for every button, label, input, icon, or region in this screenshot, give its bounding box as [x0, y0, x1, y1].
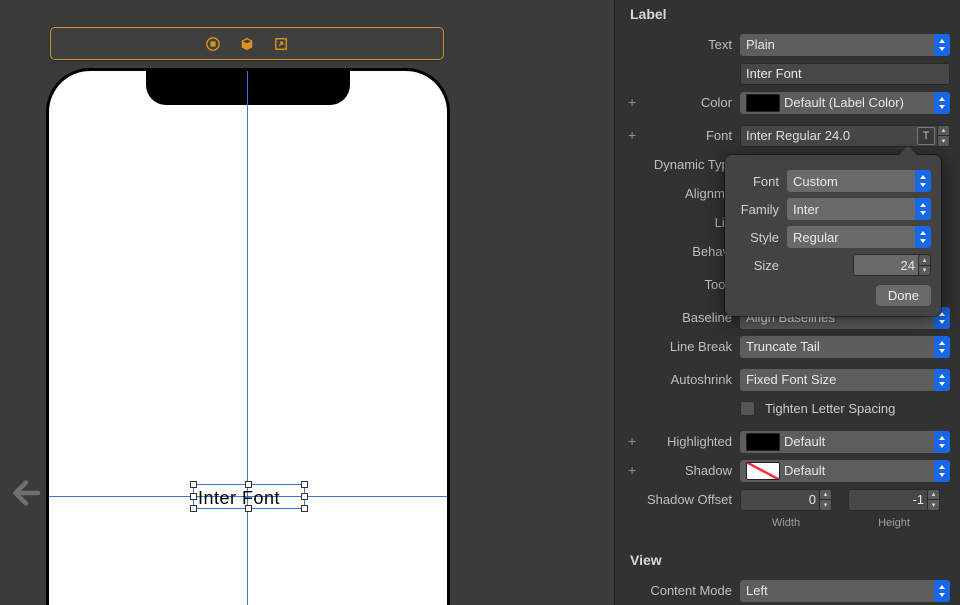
popover-style-select[interactable]: Regular [787, 226, 931, 248]
section-view: View [614, 546, 960, 576]
popover-font-select[interactable]: Custom [787, 170, 931, 192]
popover-size-input[interactable]: 24▴▾ [853, 254, 931, 276]
guide-vertical [247, 71, 248, 605]
shadow-select[interactable]: Default [740, 460, 950, 482]
row-text-value: Inter Font [614, 59, 960, 88]
content-mode-select[interactable]: Left [740, 580, 950, 602]
cube-icon[interactable] [239, 36, 255, 52]
text-style-select[interactable]: Plain [740, 34, 950, 56]
canvas[interactable]: Inter Font [0, 0, 614, 605]
line-break-select[interactable]: Truncate Tail [740, 336, 950, 358]
row-shadow-offset: Shadow Offset 0▴▾ -1▴▾ [614, 485, 960, 514]
section-label: Label [614, 0, 960, 30]
selection-rect[interactable] [193, 484, 305, 509]
stop-icon[interactable] [205, 36, 221, 52]
highlighted-select[interactable]: Default [740, 431, 950, 453]
tighten-checkbox[interactable] [740, 401, 755, 416]
color-select[interactable]: Default (Label Color) [740, 92, 950, 114]
row-highlighted: +Highlighted Default [614, 427, 960, 456]
device-frame: Inter Font [46, 68, 450, 605]
arrow-out-icon[interactable] [273, 36, 289, 52]
row-autoshrink: Autoshrink Fixed Font Size [614, 365, 960, 394]
shadow-offset-width[interactable]: 0▴▾ [740, 489, 832, 511]
font-stepper[interactable]: ▴▾ [937, 125, 950, 147]
add-shadow-icon[interactable]: + [628, 463, 636, 477]
font-field[interactable]: Inter Regular 24.0T▴▾ [740, 125, 950, 147]
back-arrow [0, 473, 45, 513]
shadow-offset-height[interactable]: -1▴▾ [848, 489, 940, 511]
text-value-field[interactable]: Inter Font [740, 63, 950, 85]
row-color: +Color Default (Label Color) [614, 88, 960, 117]
row-shadow-color: +Shadow Default [614, 456, 960, 485]
row-content-mode: Content Mode Left [614, 576, 960, 605]
row-tighten: Tighten Letter Spacing [614, 394, 960, 423]
add-highlight-icon[interactable]: + [628, 434, 636, 448]
height-sublabel: Height [848, 517, 940, 529]
popover-family-select[interactable]: Inter [787, 198, 931, 220]
add-color-icon[interactable]: + [628, 95, 636, 109]
width-sublabel: Width [740, 517, 832, 529]
tighten-label: Tighten Letter Spacing [765, 401, 895, 416]
font-picker-icon: T [917, 127, 935, 145]
popover-done-button[interactable]: Done [876, 285, 931, 306]
device-notch [146, 71, 350, 105]
font-popover: FontCustom FamilyInter StyleRegular Size… [725, 155, 941, 316]
row-line-break: Line Break Truncate Tail [614, 332, 960, 361]
label-text: Text [708, 37, 732, 52]
canvas-top-toolbar [50, 27, 444, 60]
autoshrink-select[interactable]: Fixed Font Size [740, 369, 950, 391]
row-text-style: Text Plain [614, 30, 960, 59]
add-font-icon[interactable]: + [628, 128, 636, 142]
